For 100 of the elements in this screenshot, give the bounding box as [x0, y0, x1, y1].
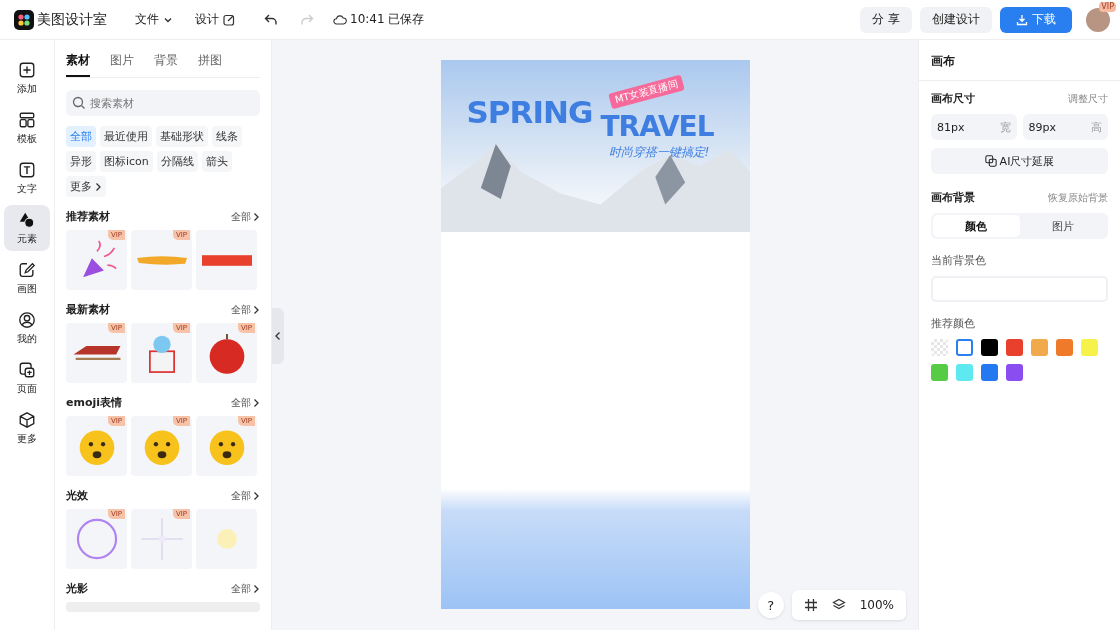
app-name: 美图设计室: [37, 10, 107, 29]
nav-item[interactable]: 添加: [4, 55, 50, 101]
see-all-link[interactable]: 全部: [231, 302, 260, 317]
sticker-tile[interactable]: [196, 230, 257, 290]
field-label: 推荐颜色: [931, 316, 976, 331]
help-button[interactable]: ?: [757, 592, 784, 618]
headline: TRAVEL: [600, 110, 714, 143]
logo-icon: [14, 9, 34, 30]
tab[interactable]: 图片: [110, 52, 134, 77]
category-chip[interactable]: 全部: [66, 126, 96, 147]
add-icon: [18, 60, 36, 79]
color-swatch[interactable]: [931, 364, 948, 381]
section-title: 光效: [66, 488, 88, 503]
color-swatch[interactable]: [1006, 364, 1023, 381]
category-chip[interactable]: 箭头: [201, 151, 232, 172]
chevron-left-icon: [274, 331, 282, 341]
zoom-level[interactable]: 100%: [859, 598, 894, 612]
pencil-icon: [18, 260, 36, 279]
layers-icon[interactable]: [831, 598, 846, 612]
cloud-icon: [333, 12, 347, 27]
chevron-right-icon: [94, 181, 102, 192]
category-chip[interactable]: 分隔线: [156, 151, 198, 172]
color-swatch[interactable]: [956, 339, 973, 356]
nav-item[interactable]: 更多: [4, 405, 50, 451]
action-button[interactable]: 分 享: [860, 6, 912, 33]
transparent-swatch[interactable]: [931, 339, 948, 356]
section-title: 光影: [66, 581, 88, 596]
resize-link[interactable]: 调整尺寸: [1068, 91, 1108, 106]
size-field[interactable]: 89px 高: [1022, 114, 1108, 140]
chevron-right-icon: [252, 583, 260, 594]
glow-drawing: [215, 528, 238, 550]
collapse-handle[interactable]: [272, 308, 284, 364]
chevron-right-icon: [252, 490, 260, 501]
color-swatch[interactable]: [1056, 339, 1073, 356]
subtitle: 时尚穿搭一键搞定!: [608, 144, 710, 161]
download-icon: [1016, 13, 1028, 26]
nav-item[interactable]: 文字: [4, 155, 50, 201]
stripe-drawing: [201, 254, 252, 266]
tab[interactable]: 拼图: [198, 52, 222, 77]
section-title: 推荐素材: [66, 209, 110, 224]
cube-icon: [18, 410, 36, 429]
shapes-icon: [18, 210, 36, 229]
color-swatch[interactable]: [956, 364, 973, 381]
tab[interactable]: 背景: [154, 52, 178, 77]
see-all-link[interactable]: 全部: [231, 395, 260, 410]
menu-button[interactable]: 设计: [187, 7, 243, 32]
page-add-icon: [18, 360, 36, 379]
category-chip[interactable]: 最近使用: [100, 126, 152, 147]
color-swatch[interactable]: [1031, 339, 1048, 356]
text-icon: [18, 160, 36, 179]
segment-tab[interactable]: 图片: [1019, 215, 1106, 237]
menu-button[interactable]: 文件: [127, 7, 181, 32]
panel-title: 画布: [919, 40, 1120, 81]
search-field[interactable]: 搜索素材: [66, 90, 260, 116]
section-title: 最新素材: [66, 302, 110, 317]
resize-icon: [984, 155, 997, 167]
category-chip[interactable]: 基础形状: [156, 126, 208, 147]
nav-item[interactable]: 元素: [4, 205, 50, 251]
action-button[interactable]: 创建设计: [920, 6, 992, 33]
grid-icon[interactable]: [803, 598, 818, 612]
vip-badge: VIP: [1099, 1, 1116, 12]
chevron-right-icon: [252, 397, 260, 408]
sleigh-drawing: [71, 345, 122, 361]
reset-background-link[interactable]: 恢复原始背景: [1048, 190, 1108, 205]
nav-item[interactable]: 模板: [4, 105, 50, 151]
headline: SPRING: [466, 94, 593, 130]
nav-item[interactable]: 画图: [4, 255, 50, 301]
nav-item[interactable]: 我的: [4, 305, 50, 351]
search-icon: [72, 96, 86, 110]
see-all-link[interactable]: 全部: [231, 209, 260, 224]
sticker-tile[interactable]: [196, 509, 257, 569]
category-chip[interactable]: 线条: [212, 126, 242, 147]
save-status: 10:41 已保存: [350, 11, 425, 28]
segment-tab[interactable]: 颜色: [933, 215, 1020, 237]
see-all-link[interactable]: 全部: [231, 581, 260, 596]
chevron-right-icon: [252, 304, 260, 315]
ai-resize-button[interactable]: AI尺寸延展: [931, 148, 1108, 174]
size-field[interactable]: 81px 宽: [931, 114, 1017, 140]
layout-icon: [18, 110, 36, 129]
category-chip[interactable]: 更多: [66, 176, 106, 197]
brush-stroke-drawing: [135, 254, 188, 266]
action-button[interactable]: 下载: [1000, 6, 1072, 33]
color-swatch[interactable]: [1006, 339, 1023, 356]
see-all-link[interactable]: 全部: [231, 488, 260, 503]
color-swatch[interactable]: [981, 364, 998, 381]
category-chip[interactable]: 异形: [66, 151, 96, 172]
color-swatch[interactable]: [1081, 339, 1098, 356]
section-title: emoji表情: [66, 395, 123, 410]
section-label: 画布尺寸: [931, 91, 975, 106]
chevron-right-icon: [252, 211, 260, 222]
tab[interactable]: 素材: [66, 52, 90, 77]
field-label: 当前背景色: [931, 253, 987, 268]
edit-icon: [223, 13, 235, 26]
section-label: 画布背景: [931, 190, 975, 205]
tag-label: MT女装直播间: [607, 74, 685, 110]
user-icon: [18, 310, 36, 329]
nav-item[interactable]: 页面: [4, 355, 50, 401]
avatar[interactable]: [1086, 7, 1110, 32]
category-chip[interactable]: 图标icon: [100, 151, 153, 172]
color-swatch[interactable]: [981, 339, 998, 356]
